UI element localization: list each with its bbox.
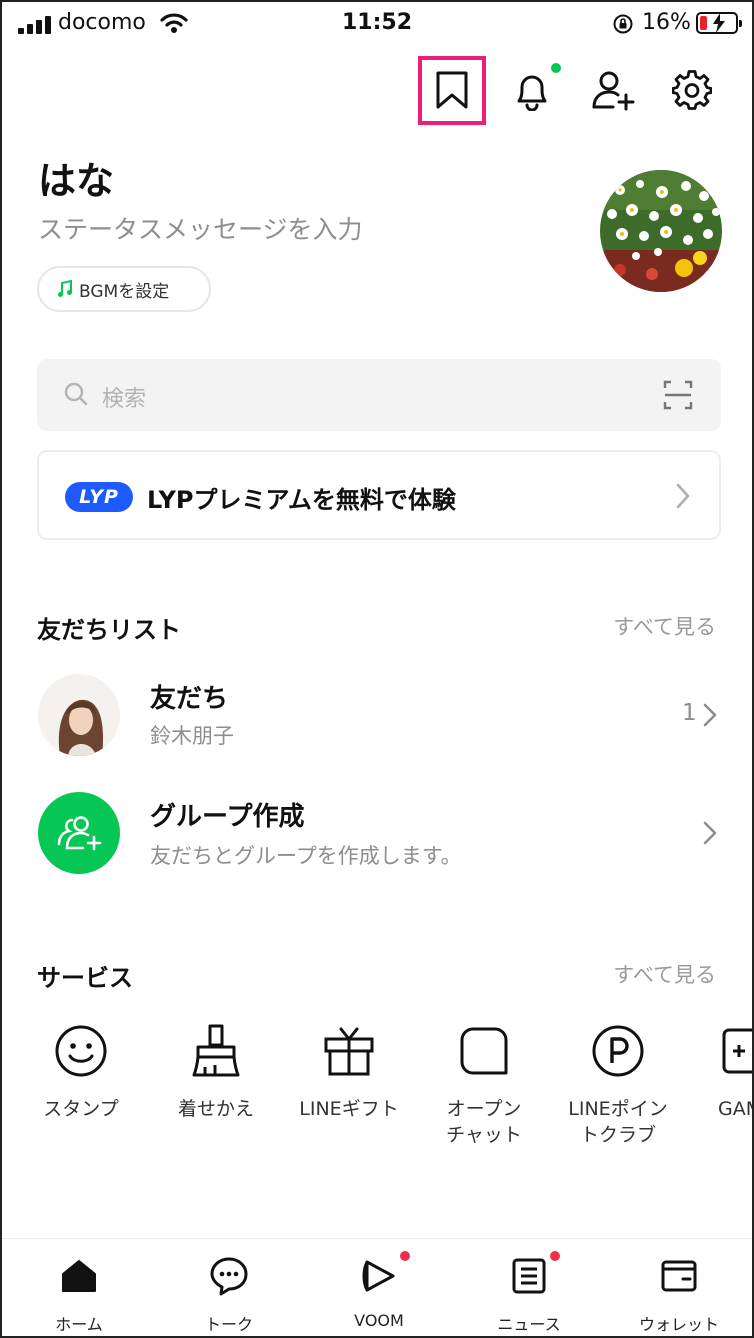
service-gift[interactable]: LINEギフト	[279, 1020, 419, 1122]
highlight-frame	[418, 56, 486, 125]
brush-icon	[192, 1024, 240, 1077]
service-sticker[interactable]: スタンプ	[11, 1020, 151, 1122]
gear-icon	[672, 70, 712, 110]
service-label: スタンプ	[43, 1098, 119, 1120]
tab-talk[interactable]: トーク	[154, 1255, 304, 1335]
service-label: GAM	[718, 1098, 752, 1120]
news-badge	[550, 1251, 560, 1261]
flower-photo-avatar	[600, 170, 722, 292]
search-placeholder: 検索	[102, 387, 147, 412]
music-note-icon	[58, 280, 72, 297]
chevron-right-icon	[703, 703, 717, 727]
friend-row-subtitle: 鈴木朋子	[150, 724, 234, 748]
services-see-all-link[interactable]: すべて見る	[613, 959, 716, 989]
qr-scan-icon[interactable]	[663, 379, 693, 411]
services-section-title: サービス	[37, 964, 133, 992]
bgm-button[interactable]: BGMを設定	[37, 266, 211, 312]
app-screen: docomo 11:52 16% はな ステータスメッセージを入力 BGMを設定…	[0, 0, 754, 1338]
lyp-banner-text: LYPプレミアムを無料で体験	[147, 486, 456, 514]
tab-label: VOOM	[354, 1311, 404, 1330]
rotation-lock-icon	[613, 14, 633, 34]
chevron-right-icon	[676, 483, 690, 509]
status-message-input[interactable]: ステータスメッセージを入力	[38, 210, 363, 246]
bell-icon	[517, 75, 547, 111]
profile-name[interactable]: はな	[38, 150, 114, 205]
tab-home[interactable]: ホーム	[4, 1255, 154, 1335]
voom-icon	[362, 1260, 395, 1292]
friends-see-all-link[interactable]: すべて見る	[613, 611, 716, 641]
status-bar: docomo 11:52 16%	[2, 2, 752, 48]
add-friend-button[interactable]	[588, 64, 640, 116]
tab-label: トーク	[204, 1315, 253, 1334]
group-row-subtitle: 友だちとグループを作成します。	[150, 844, 462, 868]
group-create-avatar	[38, 792, 120, 874]
chat-icon	[210, 1257, 248, 1296]
add-friend-icon	[592, 71, 635, 111]
friends-section-title: 友だちリスト	[37, 616, 181, 644]
friend-count: 1	[682, 700, 697, 726]
notification-dot	[551, 63, 561, 73]
chevron-right-icon	[703, 821, 717, 845]
search-icon	[64, 382, 88, 406]
search-bar[interactable]: 検索	[37, 359, 721, 431]
gift-icon	[324, 1027, 374, 1076]
service-theme[interactable]: 着せかえ	[146, 1020, 286, 1122]
lyp-premium-banner[interactable]: LYP LYPプレミアムを無料で体験	[37, 450, 721, 540]
service-label: LINEポイン トクラブ	[568, 1098, 668, 1146]
tab-label: ウォレット	[638, 1315, 719, 1334]
service-label: オープン チャット	[446, 1098, 522, 1146]
settings-button[interactable]	[666, 64, 718, 116]
tab-label: ホーム	[55, 1315, 103, 1334]
tab-bar: ホーム トーク VOOM ニュース ウォレット	[2, 1238, 752, 1336]
service-label: 着せかえ	[177, 1098, 254, 1120]
lyp-logo: LYP	[65, 482, 133, 512]
tab-wallet[interactable]: ウォレット	[604, 1255, 752, 1335]
smiley-icon	[55, 1025, 107, 1077]
battery-percent: 16%	[642, 10, 691, 35]
service-points[interactable]: LINEポイン トクラブ	[548, 1020, 688, 1148]
friend-avatar	[38, 674, 120, 756]
news-icon	[512, 1258, 546, 1294]
open-chat-icon	[460, 1027, 508, 1075]
service-label: LINEギフト	[299, 1098, 399, 1120]
service-open-chat[interactable]: オープン チャット	[414, 1020, 554, 1148]
friend-row-title: 友だち	[150, 684, 229, 714]
notifications-button[interactable]	[506, 64, 558, 116]
group-add-icon	[57, 816, 102, 851]
clock: 11:52	[341, 10, 413, 35]
profile-avatar[interactable]	[600, 170, 722, 292]
tab-voom[interactable]: VOOM	[304, 1251, 454, 1330]
bgm-label: BGMを設定	[79, 281, 170, 302]
home-icon	[62, 1260, 96, 1292]
game-icon	[722, 1028, 752, 1074]
service-games[interactable]: GAM	[682, 1020, 752, 1122]
tab-news[interactable]: ニュース	[454, 1251, 604, 1335]
battery-charging-icon	[696, 12, 742, 34]
group-row-title: グループ作成	[150, 802, 305, 832]
voom-badge	[400, 1251, 410, 1261]
tab-label: ニュース	[497, 1315, 561, 1334]
points-icon	[592, 1025, 644, 1077]
wallet-icon	[661, 1260, 697, 1292]
